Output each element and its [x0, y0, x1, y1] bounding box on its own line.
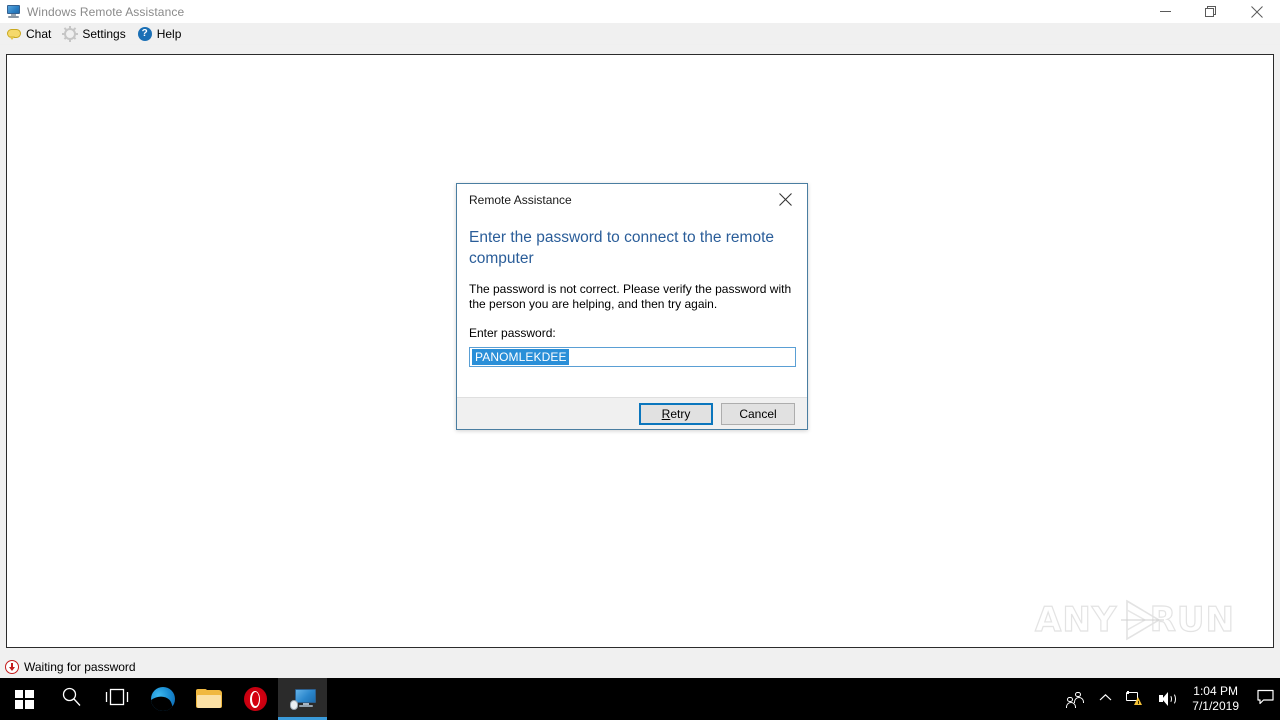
chevron-up-icon	[1099, 693, 1112, 705]
password-field-label: Enter password:	[469, 326, 556, 340]
people-button[interactable]	[1059, 678, 1092, 720]
toolbar-item-help-label: Help	[156, 26, 182, 41]
magnifier-icon	[61, 686, 82, 712]
watermark-text-left: ANY	[1034, 600, 1118, 640]
status-text: Waiting for password	[24, 660, 136, 674]
gear-icon	[62, 25, 79, 42]
dialog-heading: Enter the password to connect to the rem…	[469, 229, 775, 267]
edge-button[interactable]	[140, 678, 186, 720]
show-hidden-icons-button[interactable]	[1092, 678, 1119, 720]
file-explorer-button[interactable]	[186, 678, 232, 720]
opera-browser-icon	[243, 687, 267, 711]
cancel-button[interactable]: Cancel	[721, 402, 795, 425]
toolbar-item-settings[interactable]: Settings	[58, 24, 130, 44]
close-icon[interactable]	[1234, 0, 1280, 23]
dialog-body: Enter the password to connect to the rem…	[457, 215, 807, 397]
volume-button[interactable]	[1151, 678, 1183, 720]
speaker-icon	[1158, 691, 1177, 707]
window-titlebar: Windows Remote Assistance	[0, 0, 1280, 23]
anyrun-watermark: ANY RUN	[1034, 596, 1235, 644]
clock-time: 1:04 PM	[1193, 684, 1238, 698]
opera-button[interactable]	[232, 678, 278, 720]
remote-assistance-window: Windows Remote Assistance Chat Settings …	[0, 0, 1280, 678]
status-bar: Waiting for password	[0, 656, 1280, 678]
toolbar-item-chat-label: Chat	[26, 26, 52, 41]
dialog-footer: Retry Cancel	[457, 397, 807, 429]
app-toolbar: Chat Settings ? Help	[0, 23, 1280, 45]
search-button[interactable]	[48, 678, 94, 720]
play-triangle-icon	[1118, 598, 1165, 642]
download-arrow-icon	[5, 660, 19, 674]
retry-button-label: etry	[670, 406, 691, 421]
remote-monitor-icon	[289, 688, 316, 710]
clock-date: 7/1/2019	[1192, 699, 1239, 713]
action-center-button[interactable]	[1250, 678, 1280, 720]
toolbar-item-help[interactable]: ? Help	[133, 24, 187, 44]
retry-button-accesskey: R	[661, 406, 671, 421]
system-tray: 1:04 PM 7/1/2019	[1059, 678, 1280, 720]
toolbar-item-settings-label: Settings	[82, 26, 126, 41]
watermark-text-right: RUN	[1149, 600, 1235, 640]
help-circle-icon: ?	[137, 26, 153, 42]
network-warning-icon	[1126, 691, 1144, 707]
taskbar-item-remote-assistance[interactable]	[278, 678, 327, 720]
windows-logo-icon	[14, 689, 34, 709]
start-button[interactable]	[0, 678, 48, 720]
password-input-value: PANOMLEKDEE	[472, 349, 569, 365]
cancel-button-label: Cancel	[739, 406, 777, 421]
folder-icon	[196, 689, 222, 709]
monitor-icon	[5, 4, 21, 20]
window-controls	[1142, 0, 1280, 23]
toolbar-item-chat[interactable]: Chat	[2, 24, 56, 44]
dialog-error-message: The password is not correct. Please veri…	[469, 282, 792, 311]
minimize-icon[interactable]	[1142, 0, 1188, 23]
password-input[interactable]: PANOMLEKDEE	[469, 347, 796, 367]
task-view-button[interactable]	[94, 678, 140, 720]
dialog-title: Remote Assistance	[469, 192, 572, 207]
chat-bubble-icon	[6, 26, 22, 42]
task-view-icon	[105, 688, 129, 711]
windows-taskbar: 1:04 PM 7/1/2019	[0, 678, 1280, 720]
restore-icon[interactable]	[1188, 0, 1234, 23]
retry-button[interactable]: Retry	[639, 402, 713, 425]
notification-icon	[1256, 689, 1274, 710]
close-icon[interactable]	[763, 184, 807, 214]
clock[interactable]: 1:04 PM 7/1/2019	[1183, 678, 1250, 720]
network-button[interactable]	[1119, 678, 1151, 720]
dialog-titlebar: Remote Assistance	[457, 184, 807, 215]
window-title: Windows Remote Assistance	[27, 4, 185, 19]
people-icon	[1066, 691, 1085, 708]
edge-browser-icon	[151, 687, 175, 711]
remote-assistance-password-dialog: Remote Assistance Enter the password to …	[456, 183, 808, 430]
